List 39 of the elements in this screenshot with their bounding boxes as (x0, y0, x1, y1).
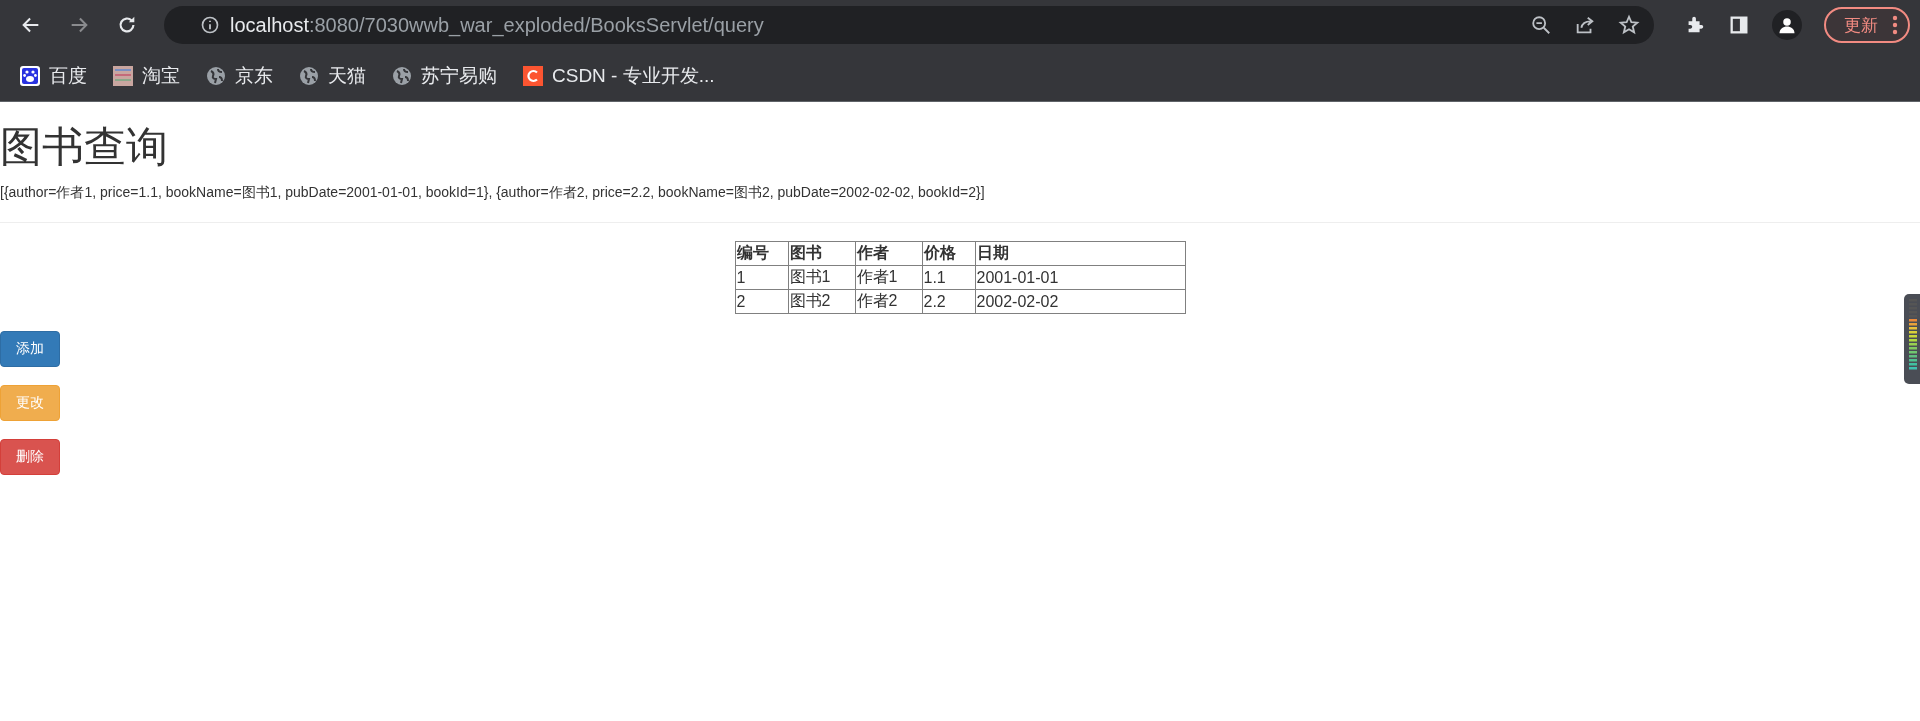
table-cell: 图书1 (788, 265, 855, 290)
letter-c-logo-icon (523, 65, 543, 86)
table-cell: 图书2 (788, 289, 855, 314)
update-button[interactable]: 更新 (1824, 7, 1910, 43)
info-icon[interactable] (200, 15, 220, 35)
page-title: 图书查询 (0, 122, 169, 172)
column-header: 作者 (855, 241, 922, 266)
column-header: 图书 (788, 241, 855, 266)
pattern-icon (113, 65, 133, 86)
bookmark-item[interactable]: 苏宁易购 (392, 62, 497, 89)
bookmark-item[interactable]: 淘宝 (113, 62, 180, 89)
bookmark-item[interactable]: 天猫 (299, 62, 366, 89)
add-button[interactable]: 添加 (0, 331, 60, 367)
delete-button[interactable]: 删除 (0, 439, 60, 475)
table-cell: 作者2 (855, 289, 922, 314)
table-cell: 1 (735, 265, 788, 290)
globe-icon (206, 65, 226, 86)
table-cell: 2002-02-02 (975, 289, 1185, 314)
globe-icon (299, 65, 319, 86)
table-cell: 2 (735, 289, 788, 314)
side-panel-icon[interactable] (1728, 14, 1750, 36)
bookmark-item[interactable]: CSDN - 专业开发... (523, 62, 715, 89)
kebab-menu-icon[interactable] (1892, 15, 1898, 35)
zoom-out-icon[interactable] (1530, 14, 1552, 36)
table-cell: 2001-01-01 (975, 265, 1185, 290)
raw-data-text: [{author=作者1, price=1.1, bookName=图书1, pubDate=2001-01-01, bookId=1}, {author=作者2, price=2.2, bookName=图书2, pubDate=2002-02-02, bookId=2}] (0, 183, 986, 202)
table-cell: 作者1 (855, 265, 922, 290)
share-icon[interactable] (1574, 14, 1596, 36)
profile-avatar[interactable] (1772, 10, 1802, 40)
bookmark-item[interactable]: 京东 (206, 62, 273, 89)
globe-icon (392, 65, 412, 86)
table-cell: 1.1 (922, 265, 975, 290)
bookmark-item[interactable]: 百度 (20, 62, 87, 89)
column-header: 编号 (735, 241, 788, 266)
column-header: 日期 (975, 241, 1185, 266)
paw-icon (20, 65, 40, 86)
star-icon[interactable] (1618, 14, 1640, 36)
table-cell: 2.2 (922, 289, 975, 314)
column-header: 价格 (922, 241, 975, 266)
